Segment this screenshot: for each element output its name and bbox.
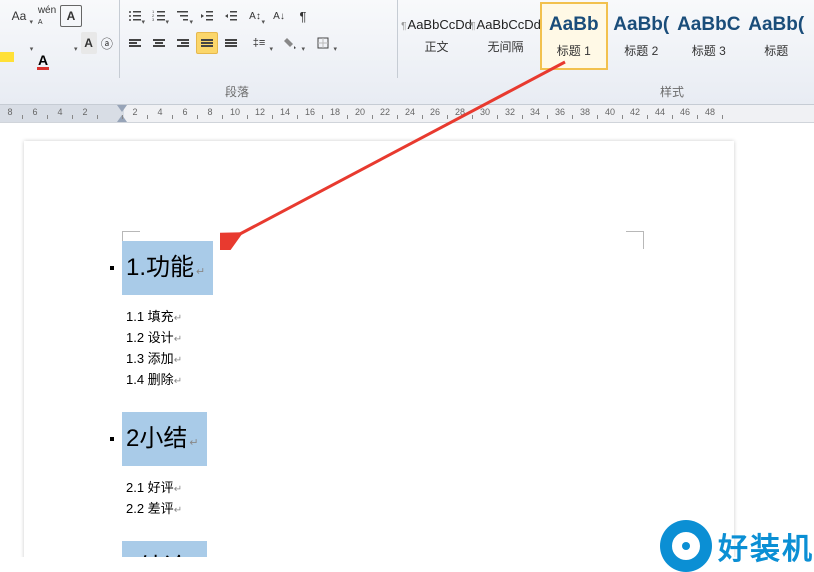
ruler-number: 8 xyxy=(7,107,12,117)
ruler-number: 20 xyxy=(355,107,365,117)
style-preview: ¶AaBbCcDd xyxy=(470,17,541,32)
borders-btn[interactable]: ▾ xyxy=(308,32,338,54)
heading-1[interactable]: 1.功能↵ xyxy=(122,241,213,295)
sub-1-2[interactable]: 1.2 设计↵ xyxy=(126,329,213,347)
ruler-number: 4 xyxy=(157,107,162,117)
ruler-number: 2 xyxy=(132,107,137,117)
highlight-btn[interactable]: ▾ xyxy=(18,32,34,54)
ruler-number: 28 xyxy=(455,107,465,117)
ruler-number: 6 xyxy=(32,107,37,117)
decrease-indent-btn[interactable] xyxy=(196,5,218,27)
style-preview: AaBb( xyxy=(748,14,804,36)
align-justify-btn[interactable] xyxy=(196,32,218,54)
style-preview: ¶AaBbCcDd xyxy=(401,17,472,32)
sub-1-4[interactable]: 1.4 删除↵ xyxy=(126,371,213,389)
sub-1-3[interactable]: 1.3 添加↵ xyxy=(126,350,213,368)
multilevel-btn[interactable]: ▾ xyxy=(172,5,194,27)
style-preview: AaBbC xyxy=(677,14,740,36)
ruler-number: 26 xyxy=(430,107,440,117)
align-distribute-btn[interactable] xyxy=(220,32,242,54)
ruler-number: 36 xyxy=(555,107,565,117)
ribbon-toolbar: Aa▾ wénA A ▾ A ▾ A ⓐ ▾ 123▾ ▾ A↕▾ A↓ xyxy=(0,0,814,105)
align-left-btn[interactable] xyxy=(124,32,146,54)
sub-1-1[interactable]: 1.1 填充↵ xyxy=(126,308,213,326)
style-item-3[interactable]: AaBb( 标题 2 xyxy=(608,2,675,70)
sub-2-1[interactable]: 2.1 好评↵ xyxy=(126,479,213,497)
phonetic-btn[interactable]: wénA xyxy=(36,5,58,27)
ruler-number: 8 xyxy=(207,107,212,117)
ruler-number: 16 xyxy=(305,107,315,117)
style-item-2[interactable]: AaBb 标题 1 xyxy=(540,2,608,70)
style-name: 标题 xyxy=(764,42,788,59)
document-content[interactable]: 1.功能↵1.1 填充↵1.2 设计↵1.3 添加↵1.4 删除↵2小结↵2.1… xyxy=(126,241,213,557)
style-item-0[interactable]: ¶AaBbCcDd 正文 xyxy=(402,2,471,70)
heading-2[interactable]: 2小结↵ xyxy=(122,412,207,466)
align-center-btn[interactable] xyxy=(148,32,170,54)
sub-2-2[interactable]: 2.2 差评↵ xyxy=(126,500,213,518)
numbering-btn[interactable]: 123▾ xyxy=(148,5,170,27)
ruler-number: 24 xyxy=(405,107,415,117)
ruler-number: 46 xyxy=(680,107,690,117)
ruler-number: 44 xyxy=(655,107,665,117)
ruler-number: 42 xyxy=(630,107,640,117)
style-name: 正文 xyxy=(424,38,448,55)
style-preview: AaBb( xyxy=(613,14,669,36)
text-direction-btn[interactable]: A↕▾ xyxy=(244,5,266,27)
styles-gallery[interactable]: ¶AaBbCcDd 正文 ¶AaBbCcDd 无间隔 AaBb 标题 1 AaBb( 标题 2… xyxy=(398,0,814,78)
style-name: 标题 1 xyxy=(557,42,591,59)
ruler-number: 40 xyxy=(605,107,615,117)
ruler-number: 14 xyxy=(280,107,290,117)
ruler-number: 48 xyxy=(705,107,715,117)
increase-indent-btn[interactable] xyxy=(220,5,242,27)
style-preview: AaBb xyxy=(549,14,599,36)
font-color-btn[interactable]: ▾ xyxy=(62,32,78,54)
ruler-number: 38 xyxy=(580,107,590,117)
style-item-1[interactable]: ¶AaBbCcDd 无间隔 xyxy=(471,2,540,70)
paragraph-section-label: 段落 xyxy=(225,83,249,100)
ruler-number: 30 xyxy=(480,107,490,117)
ruler-number: 18 xyxy=(330,107,340,117)
ruler-number: 22 xyxy=(380,107,390,117)
style-name: 标题 2 xyxy=(624,42,658,59)
margin-corner-tr xyxy=(626,231,644,249)
ruler-number: 2 xyxy=(82,107,87,117)
ruler-number: 34 xyxy=(530,107,540,117)
font-name-btn[interactable]: Aa▾ xyxy=(4,5,34,27)
align-right-btn[interactable] xyxy=(172,32,194,54)
horizontal-ruler[interactable]: 8642246810121416182022242628303234363840… xyxy=(0,105,814,123)
line-spacing-btn[interactable]: ‡≡▾ xyxy=(244,32,274,54)
shading-btn[interactable]: ▾ xyxy=(276,32,306,54)
char-border-btn[interactable]: A xyxy=(60,5,82,27)
sort-btn[interactable]: A↓ xyxy=(268,5,290,27)
ruler-number: 32 xyxy=(505,107,515,117)
watermark-logo: 好装机 xyxy=(660,520,814,572)
char-shading-btn[interactable]: A xyxy=(81,32,97,54)
style-item-5[interactable]: AaBb( 标题 xyxy=(743,2,810,70)
ruler-number: 12 xyxy=(255,107,265,117)
ruler-number: 6 xyxy=(182,107,187,117)
highlight-icon xyxy=(0,52,14,62)
styles-section-label: 样式 xyxy=(660,83,684,100)
ruler-number: 4 xyxy=(57,107,62,117)
font-color-icon: A xyxy=(38,52,48,68)
show-marks-btn[interactable]: ¶ xyxy=(292,5,314,27)
style-name: 标题 3 xyxy=(692,42,726,59)
ruler-number: 10 xyxy=(230,107,240,117)
paragraph-group: ▾ 123▾ ▾ A↕▾ A↓ ¶ ‡≡▾ ▾ ▾ xyxy=(120,0,398,78)
watermark-text: 好装机 xyxy=(718,524,814,568)
enclosed-char-btn[interactable]: ⓐ xyxy=(99,32,115,54)
style-name: 无间隔 xyxy=(487,38,523,55)
svg-text:3: 3 xyxy=(152,17,155,22)
document-workspace: 1.功能↵ 1.1 填充↵ 1.2 设计↵ 1.3 添加↵ 1.4 删除↵ 2小结↵ 2.1… xyxy=(0,123,814,557)
font-group: Aa▾ wénA A ▾ A ▾ A ⓐ xyxy=(0,0,120,78)
heading-3[interactable]: 3结论↵ xyxy=(122,541,207,557)
page[interactable]: 1.功能↵ 1.1 填充↵ 1.2 设计↵ 1.3 添加↵ 1.4 删除↵ 2小结↵ 2.1… xyxy=(24,141,734,557)
watermark-icon xyxy=(660,520,712,572)
style-item-4[interactable]: AaBbC 标题 3 xyxy=(675,2,742,70)
bullets-btn[interactable]: ▾ xyxy=(124,5,146,27)
